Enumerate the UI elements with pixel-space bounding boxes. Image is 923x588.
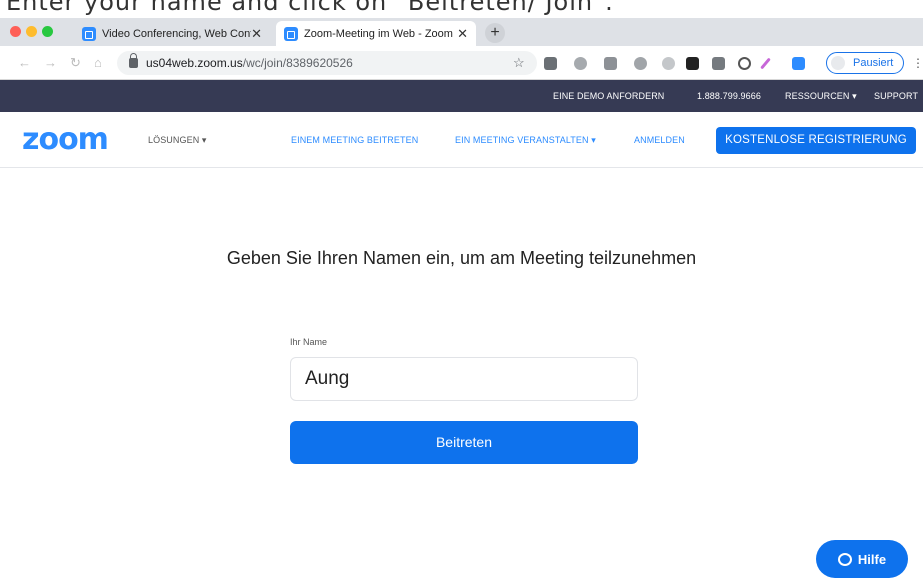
bookmark-star-icon[interactable]: ☆ [513, 55, 525, 71]
minimize-window-button[interactable] [26, 26, 37, 37]
free-registration-button[interactable]: KOSTENLOSE REGISTRIERUNG [716, 127, 916, 154]
reload-icon[interactable]: ↻ [70, 55, 81, 71]
resources-menu[interactable]: RESSOURCEN ▾ [785, 91, 857, 102]
circle-extension-icon[interactable] [662, 57, 675, 70]
close-window-button[interactable] [10, 26, 21, 37]
name-input[interactable] [290, 357, 638, 401]
close-tab-icon[interactable]: ✕ [457, 26, 468, 42]
phone-number-link[interactable]: 1.888.799.9666 [697, 91, 761, 101]
sign-in-link[interactable]: ANMELDEN [634, 135, 685, 145]
close-tab-icon[interactable]: ✕ [251, 26, 262, 42]
new-tab-button[interactable]: + [485, 23, 505, 43]
forward-arrow-icon[interactable]: → [44, 55, 57, 70]
g-extension-icon[interactable] [712, 57, 725, 70]
url-host: us04web.zoom.us [146, 56, 243, 70]
gear-extension-icon[interactable] [604, 57, 617, 70]
host-meeting-label: EIN MEETING VERANSTALTEN [455, 135, 589, 145]
resources-label: RESSOURCEN [785, 91, 850, 101]
chevron-down-icon: ▾ [201, 135, 207, 145]
tab-title: Video Conferencing, Web Confe [102, 27, 252, 40]
globe-extension-icon[interactable] [634, 57, 647, 70]
chevron-down-icon: ▾ [852, 91, 857, 101]
camera-extension-icon[interactable] [574, 57, 587, 70]
jb-extension-icon[interactable] [686, 57, 699, 70]
zoom-favicon-icon [284, 26, 298, 41]
zoom-top-bar: EINE DEMO ANFORDERN 1.888.799.9666 RESSO… [0, 80, 923, 112]
browser-toolbar: ← → ↻ ⌂ us04web.zoom.us/wc/join/83896205… [0, 46, 923, 80]
zoom-extension-icon[interactable] [792, 57, 805, 70]
browser-tab-zoom-meeting[interactable]: Zoom-Meeting im Web - Zoom ✕ [276, 21, 476, 46]
zoom-logo[interactable]: zoom [22, 122, 109, 157]
solutions-menu[interactable]: LÖSUNGEN ▾ [148, 135, 207, 146]
pen-extension-icon[interactable] [760, 57, 771, 70]
extension-icon[interactable] [544, 57, 557, 70]
zoom-main-nav: zoom LÖSUNGEN ▾ EINEM MEETING BEITRETEN … [0, 112, 923, 168]
join-meeting-link[interactable]: EINEM MEETING BEITRETEN [291, 135, 418, 145]
ring-extension-icon[interactable] [738, 57, 751, 70]
back-arrow-icon[interactable]: ← [18, 55, 31, 70]
zoom-favicon-icon [82, 26, 96, 41]
browser-menu-icon[interactable]: ⋮ [912, 56, 923, 70]
join-button[interactable]: Beitreten [290, 421, 638, 464]
lock-icon [129, 53, 138, 68]
solutions-label: LÖSUNGEN [148, 135, 200, 145]
browser-tab-video-conferencing[interactable]: Video Conferencing, Web Confe ✕ [74, 21, 270, 46]
help-label: Hilfe [857, 551, 887, 567]
url-path: /wc/join/8389620526 [242, 56, 353, 70]
support-link[interactable]: SUPPORT [874, 91, 918, 101]
profile-status: Pausiert [853, 57, 894, 69]
browser-tab-bar: Video Conferencing, Web Confe ✕ Zoom-Mee… [0, 18, 923, 46]
chevron-down-icon: ▾ [591, 135, 596, 145]
page-title: Geben Sie Ihren Namen ein, um am Meeting… [226, 248, 697, 268]
maximize-window-button[interactable] [42, 26, 53, 37]
tab-title: Zoom-Meeting im Web - Zoom [304, 27, 453, 40]
avatar [831, 56, 845, 70]
address-bar[interactable]: us04web.zoom.us/wc/join/8389620526 [117, 51, 537, 75]
help-button[interactable]: Hilfe [816, 540, 908, 578]
profile-button[interactable]: Pausiert [826, 52, 904, 74]
request-demo-link[interactable]: EINE DEMO ANFORDERN [553, 91, 664, 101]
chat-bubble-icon [837, 552, 852, 566]
instruction-caption: Enter your name and click on "Beitreten/… [6, 0, 614, 16]
name-field-label: Ihr Name [290, 337, 328, 347]
home-icon[interactable]: ⌂ [94, 55, 102, 70]
host-meeting-menu[interactable]: EIN MEETING VERANSTALTEN ▾ [455, 135, 596, 146]
